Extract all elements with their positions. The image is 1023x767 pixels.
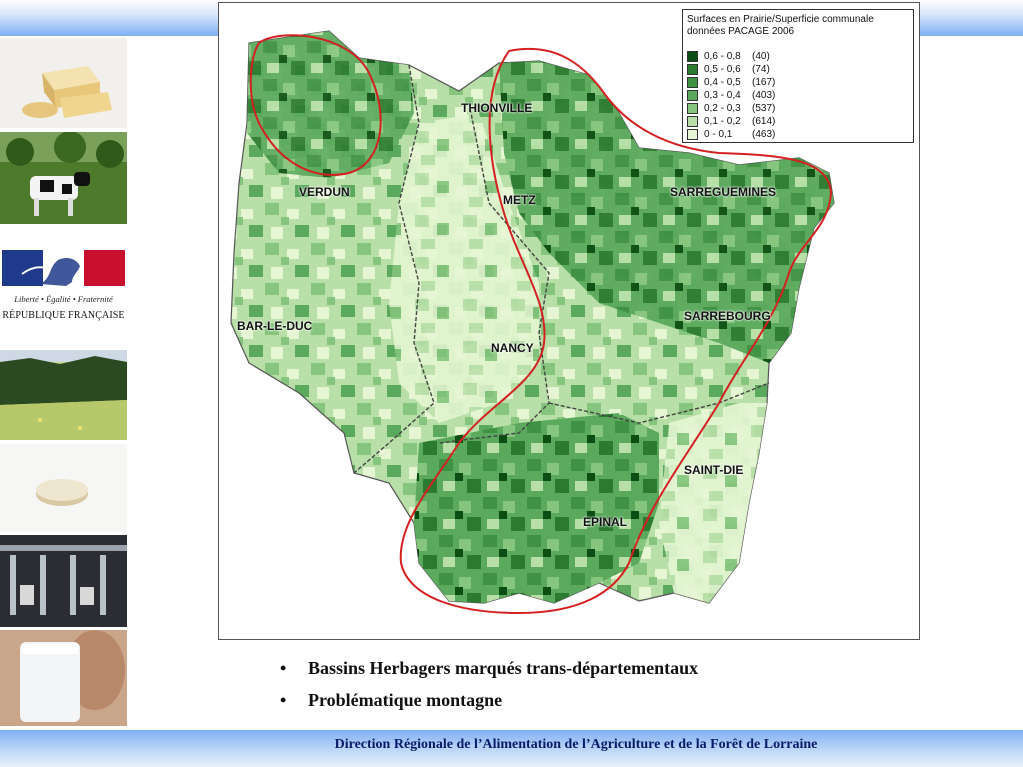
cows-photo bbox=[0, 132, 127, 224]
legend-row: 0,4 - 0,5 (167) bbox=[687, 76, 775, 88]
city-label-sarrebourg: SARREBOURG bbox=[684, 309, 771, 323]
legend-title-line1: Surfaces en Prairie/Superficie communale bbox=[687, 14, 874, 25]
bullet-item: • Bassins Herbagers marqués trans-départ… bbox=[280, 652, 698, 684]
photo-strip: Liberté • Égalité • Fraternité RÉPUBLIQU… bbox=[0, 38, 128, 728]
legend-row: 0,3 - 0,4 (403) bbox=[687, 89, 775, 101]
legend-range: 0,5 - 0,6 bbox=[704, 63, 741, 75]
legend-count: (40) bbox=[752, 50, 770, 62]
legend-row: 0,6 - 0,8 (40) bbox=[687, 50, 770, 62]
legend-range: 0,3 - 0,4 bbox=[704, 89, 741, 101]
legend-title-line2: données PACAGE 2006 bbox=[687, 26, 795, 37]
legend-count: (537) bbox=[752, 102, 776, 114]
city-label-thionville: THIONVILLE bbox=[461, 101, 533, 115]
legend-count: (403) bbox=[752, 89, 776, 101]
city-label-saint-die: SAINT-DIE bbox=[684, 463, 744, 477]
legend-range: 0,1 - 0,2 bbox=[704, 115, 741, 127]
legend-range: 0,6 - 0,8 bbox=[704, 50, 741, 62]
legend-count: (74) bbox=[752, 63, 770, 75]
city-label-verdun: VERDUN bbox=[299, 185, 350, 199]
bullet-text: Problématique montagne bbox=[308, 689, 503, 710]
mountain-pasture-photo bbox=[0, 350, 127, 440]
legend-swatch bbox=[687, 50, 698, 62]
legend-count: (614) bbox=[752, 115, 776, 127]
legend-title: Surfaces en Prairie/Superficie communale… bbox=[687, 14, 874, 38]
prairie-map: THIONVILLE VERDUN METZ SARREGUEMINES BAR… bbox=[218, 2, 920, 640]
legend-swatch bbox=[687, 76, 698, 88]
legend-range: 0,4 - 0,5 bbox=[704, 76, 741, 88]
legend-row: 0 - 0,1 (463) bbox=[687, 128, 775, 140]
round-cheese-photo bbox=[0, 444, 127, 532]
legend-swatch bbox=[687, 128, 698, 140]
city-label-epinal: EPINAL bbox=[583, 515, 628, 529]
legend-range: 0 - 0,1 bbox=[704, 128, 733, 140]
legend-row: 0,2 - 0,3 (537) bbox=[687, 102, 775, 114]
legend-row: 0,1 - 0,2 (614) bbox=[687, 115, 775, 127]
cheese-photo bbox=[0, 38, 127, 128]
city-label-sarreguemines: SARREGUEMINES bbox=[670, 185, 777, 199]
rf-motto: Liberté • Égalité • Fraternité bbox=[14, 294, 113, 304]
legend-count: (463) bbox=[752, 128, 776, 140]
republique-francaise-logo: Liberté • Égalité • Fraternité RÉPUBLIQU… bbox=[0, 248, 127, 328]
milk-glass-photo bbox=[0, 630, 127, 726]
city-label-bar-le-duc: BAR-LE-DUC bbox=[237, 319, 313, 333]
legend-count: (167) bbox=[752, 76, 776, 88]
legend-range: 0,2 - 0,3 bbox=[704, 102, 741, 114]
bullet-text: Bassins Herbagers marqués trans-départem… bbox=[308, 657, 699, 678]
city-label-metz: METZ bbox=[503, 193, 536, 207]
bullet-marker: • bbox=[280, 689, 287, 710]
legend-swatch bbox=[687, 89, 698, 101]
bullet-marker: • bbox=[280, 657, 287, 678]
city-label-nancy: NANCY bbox=[491, 341, 534, 355]
bullet-list: • Bassins Herbagers marqués trans-départ… bbox=[280, 652, 698, 716]
map-legend: Surfaces en Prairie/Superficie communale… bbox=[682, 9, 914, 143]
legend-swatch bbox=[687, 102, 698, 114]
legend-row: 0,5 - 0,6 (74) bbox=[687, 63, 770, 75]
legend-swatch bbox=[687, 115, 698, 127]
bullet-item: • Problématique montagne bbox=[280, 684, 698, 716]
milking-parlour-photo bbox=[0, 535, 127, 627]
footer-text: Direction Régionale de l’Alimentation de… bbox=[334, 737, 818, 752]
legend-swatch bbox=[687, 63, 698, 75]
rf-name: RÉPUBLIQUE FRANÇAISE bbox=[2, 310, 125, 321]
